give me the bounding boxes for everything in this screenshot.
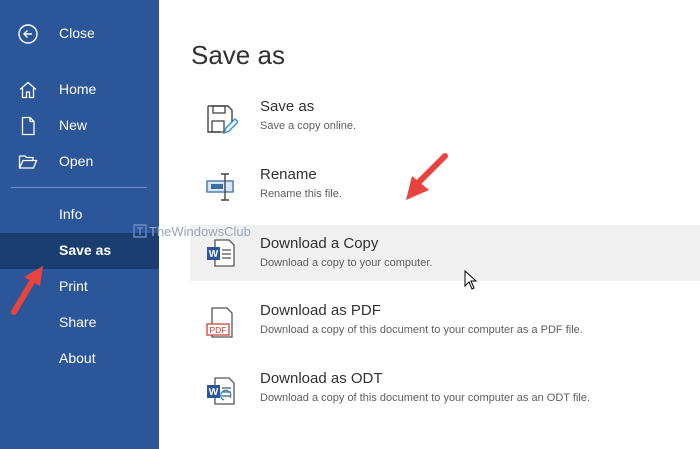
download-as-odt-option[interactable]: W Download as ODT Download a copy of thi… xyxy=(190,366,700,422)
sidebar-item-new[interactable]: New xyxy=(0,108,159,144)
sidebar-item-about[interactable]: About xyxy=(0,341,159,377)
download-as-pdf-option[interactable]: PDF Download as PDF Download a copy of t… xyxy=(190,298,700,354)
word-document-icon: W xyxy=(207,239,235,267)
sidebar-item-label: Home xyxy=(59,81,97,97)
download-a-copy-option[interactable]: W Download a Copy Download a copy to you… xyxy=(190,225,700,281)
sidebar-divider xyxy=(11,187,147,188)
sidebar-item-label: Save as xyxy=(59,242,112,258)
sidebar-item-label: Print xyxy=(59,278,88,294)
option-title: Rename xyxy=(260,166,317,183)
option-description: Download a copy to your computer. xyxy=(260,257,433,269)
sidebar-item-label: Info xyxy=(59,206,83,222)
annotation-arrow-icon xyxy=(406,153,448,200)
sidebar-item-open[interactable]: Open xyxy=(0,144,159,180)
sidebar-item-label: Share xyxy=(59,314,97,330)
home-icon xyxy=(19,81,37,99)
svg-text:W: W xyxy=(209,387,219,398)
option-description: Save a copy online. xyxy=(260,120,357,132)
watermark: TheWindowsClub xyxy=(133,224,251,239)
close-label: Close xyxy=(59,25,95,41)
option-description: Rename this file. xyxy=(260,188,342,200)
folder-open-icon xyxy=(18,155,38,169)
rename-icon xyxy=(206,173,234,201)
pdf-document-icon: PDF xyxy=(206,307,233,338)
save-as-option[interactable]: Save as Save a copy online. xyxy=(190,94,700,150)
svg-text:W: W xyxy=(209,249,219,260)
option-title: Download as ODT xyxy=(260,370,383,387)
watermark-text: TheWindowsClub xyxy=(149,224,251,239)
sidebar-item-label: New xyxy=(59,117,88,133)
sidebar-item-home[interactable]: Home xyxy=(0,72,159,108)
option-title: Download as PDF xyxy=(260,302,381,319)
option-description: Download a copy of this document to your… xyxy=(260,392,590,404)
page-title: Save as xyxy=(191,40,285,70)
mouse-cursor-icon xyxy=(464,270,478,290)
back-arrow-circle-icon xyxy=(18,24,38,44)
annotation-arrow-icon xyxy=(11,266,43,315)
save-as-icon xyxy=(207,105,238,135)
sidebar-item-label: Open xyxy=(59,153,94,169)
pdf-icon-text: PDF xyxy=(210,325,227,335)
sidebar-item-label: About xyxy=(59,350,96,366)
odt-document-icon: W xyxy=(207,377,235,405)
option-title: Save as xyxy=(260,98,315,115)
option-title: Download a Copy xyxy=(260,235,379,252)
close-button[interactable]: Close xyxy=(0,16,159,52)
new-document-icon xyxy=(21,116,35,136)
option-description: Download a copy of this document to your… xyxy=(260,324,583,336)
windows-club-logo-icon xyxy=(133,224,147,238)
